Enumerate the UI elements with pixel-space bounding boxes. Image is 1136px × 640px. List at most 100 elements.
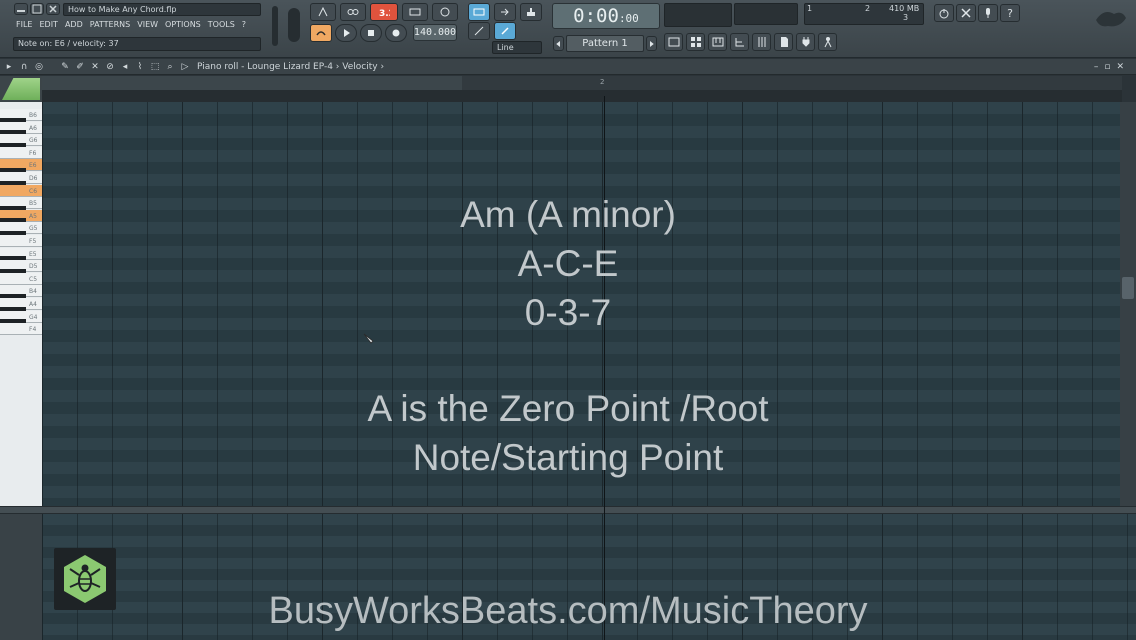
power-icon [939, 9, 949, 19]
ruler-loop-region[interactable] [42, 76, 462, 90]
arrow-right-icon [501, 8, 509, 16]
chord-name-text: Am (A minor) [460, 194, 676, 235]
fruit-logo-icon [1096, 12, 1126, 27]
minimize-icon [17, 10, 25, 12]
playback-icon[interactable]: ▷ [179, 61, 191, 73]
plugin-picker-button[interactable] [774, 33, 793, 51]
time-ms: :00 [618, 12, 639, 25]
pattern-prev-button[interactable] [553, 36, 564, 51]
pattern-selector[interactable]: Pattern 1 [566, 35, 644, 52]
chord-notes-text: A-C-E [517, 243, 619, 284]
brush-icon[interactable]: ✐ [74, 61, 86, 73]
help-button[interactable]: ? [1000, 4, 1020, 22]
slice-icon[interactable]: ⌇ [134, 61, 146, 73]
arrow-left-icon [556, 40, 560, 47]
blend-notes-button[interactable] [402, 3, 428, 21]
options-arrow-icon[interactable]: ▸ [3, 61, 15, 73]
record-mode-button[interactable]: 3.2 [370, 3, 398, 21]
delete-icon[interactable]: ✕ [89, 61, 101, 73]
piano-key-label: G6 [29, 137, 38, 145]
record-icon [392, 29, 400, 37]
grid-icon [690, 37, 701, 47]
select-icon[interactable]: ⬚ [149, 61, 161, 73]
tape-icon [347, 9, 359, 15]
event-editor-divider[interactable] [0, 506, 1136, 514]
link-icon [501, 27, 509, 35]
channel-rack-button[interactable] [686, 33, 705, 51]
window-menu-button[interactable] [14, 3, 28, 15]
menu-edit[interactable]: EDIT [39, 20, 57, 29]
horizontal-scrollbar[interactable] [42, 90, 1122, 102]
snap-select[interactable]: Line [492, 41, 542, 54]
window-restore-button[interactable] [30, 3, 44, 15]
pattern-mode-button[interactable] [310, 24, 332, 42]
speaker-icon[interactable]: ◂ [119, 61, 131, 73]
menu-view[interactable]: VIEW [137, 20, 158, 29]
browser-button[interactable] [730, 33, 749, 51]
help-guide-button[interactable] [818, 33, 837, 51]
typing-keyboard-button[interactable] [468, 3, 490, 21]
person-icon [824, 37, 831, 48]
target-icon[interactable]: ◎ [33, 61, 45, 73]
mute-icon[interactable]: ⊘ [104, 61, 116, 73]
piano-roll-button[interactable] [708, 33, 727, 51]
tools-button[interactable] [956, 4, 976, 22]
audio-input-button[interactable] [978, 4, 998, 22]
record-button[interactable] [385, 24, 407, 42]
pencil-cursor-icon [363, 333, 374, 344]
pencil-icon[interactable]: ✎ [59, 61, 71, 73]
step-edit-button[interactable] [494, 3, 516, 21]
tree-icon [735, 38, 744, 47]
time-ruler[interactable]: 2 [42, 76, 1122, 90]
pattern-next-button[interactable] [646, 36, 657, 51]
ruler-bar-marker: 2 [600, 78, 605, 86]
tools-icon [961, 8, 971, 18]
countdown-button[interactable] [468, 22, 490, 40]
pattern-song-toggle[interactable] [310, 3, 336, 21]
tape-button[interactable] [340, 3, 366, 21]
keyboard-icon [473, 8, 485, 16]
menu-add[interactable]: ADD [65, 20, 83, 29]
menu-tools[interactable]: TOOLS [208, 20, 235, 29]
master-volume-slider[interactable] [272, 6, 278, 46]
oscilloscope-panel [664, 3, 732, 27]
wand-icon [474, 26, 484, 36]
magnet-icon[interactable]: ∩ [18, 61, 30, 73]
window-controls[interactable]: –▫✕ [1094, 62, 1130, 72]
piano-icon [712, 37, 723, 47]
undo-button[interactable] [934, 4, 954, 22]
question-icon: ? [1007, 6, 1013, 20]
microphone-icon [986, 8, 990, 18]
root-explanation-text-2: Note/Starting Point [412, 437, 724, 478]
tempo-display[interactable]: 140.000 [413, 24, 457, 41]
menu-options[interactable]: OPTIONS [165, 20, 201, 29]
window-shortcuts [664, 33, 837, 51]
mixer-button[interactable] [752, 33, 771, 51]
mixer-icon [758, 37, 765, 47]
recording-filter-button[interactable] [520, 3, 542, 21]
menu-patterns[interactable]: PATTERNS [90, 20, 130, 29]
song-position-display[interactable]: 0:00:00 [552, 3, 660, 29]
global-controls: ? [934, 4, 1020, 22]
hint-bar: Note on: E6 / velocity: 37 [13, 37, 261, 51]
play-button[interactable] [335, 24, 357, 42]
piano-key-label: D6 [29, 175, 38, 182]
svg-text:3.2: 3.2 [379, 9, 390, 18]
menu-file[interactable]: FILE [16, 20, 32, 29]
memory-value: 410 MB [889, 4, 920, 13]
master-pitch-slider[interactable] [288, 8, 300, 42]
record-mode-icon: 3.2 [379, 9, 390, 18]
stop-button[interactable] [360, 24, 382, 42]
link-button[interactable] [494, 22, 516, 40]
window-close-button[interactable] [46, 3, 60, 15]
plug-icon [802, 37, 809, 47]
menu-help[interactable]: ? [242, 20, 246, 29]
song-pos-value: 1 [807, 4, 813, 13]
root-explanation-text: A is the Zero Point /Root [367, 388, 769, 429]
zoom-icon[interactable]: ⌕ [164, 61, 176, 73]
playhead-line [604, 96, 605, 640]
watermark-url: BusyWorksBeats.com/MusicTheory [268, 590, 868, 632]
playlist-button[interactable] [664, 33, 683, 51]
plugin-button[interactable] [796, 33, 815, 51]
loop-record-button[interactable] [432, 3, 458, 21]
